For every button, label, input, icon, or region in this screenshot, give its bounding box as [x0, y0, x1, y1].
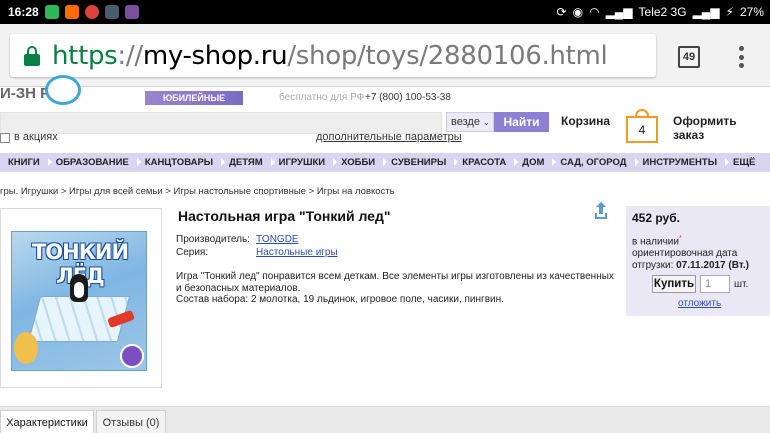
free-call-label: бесплатно для РФ — [279, 92, 365, 103]
breadcrumb-item[interactable]: Игры для всей семьи — [69, 186, 163, 197]
series-link[interactable]: Настольные игры — [256, 247, 338, 258]
browser-menu-icon[interactable] — [738, 46, 744, 68]
checkout-link[interactable]: Оформить заказ — [673, 114, 770, 142]
promo-checkbox[interactable] — [0, 133, 10, 143]
advanced-params-link[interactable]: дополнительные параметры — [316, 131, 462, 143]
search-button[interactable]: Найти — [494, 112, 549, 132]
cart-bag-icon[interactable]: 4 — [626, 109, 658, 143]
url-bar[interactable]: https://my-shop.ru/shop/toys/2880106.htm… — [10, 34, 656, 77]
quantity-input[interactable]: 1 — [700, 275, 730, 293]
status-battery: 27% — [739, 5, 764, 19]
nav-item-beauty[interactable]: КРАСОТА — [454, 153, 514, 172]
breadcrumb-item[interactable]: Игры настольные спортивные — [174, 186, 306, 197]
android-status-bar: 16:28 ⟳ ◉ ◠ ▂▄▆ Tele2 3G ▂▄▆ ⚡ 27% — [0, 0, 770, 24]
cart-link[interactable]: Корзина — [561, 114, 610, 128]
chevron-down-icon: ⌄ — [482, 117, 490, 127]
battery-charging-icon: ⚡ — [725, 5, 734, 19]
signal-icon: ▂▄▆ — [605, 5, 633, 19]
product-image-frame[interactable]: ТОНКИЙ ЛЁД — [0, 208, 162, 388]
wifi-icon: ◠ — [589, 5, 600, 19]
status-carrier: Tele2 3G — [638, 5, 687, 19]
jubilee-banner[interactable]: ЮБИЛЕЙНЫЕ СКИДКИ — [145, 91, 243, 117]
product-image[interactable]: ТОНКИЙ ЛЁД — [11, 231, 147, 371]
logo-anniversary-icon — [45, 75, 81, 105]
site-header: И-ЗН Р.RU ЮБИЛЕЙНЫЕ СКИДКИ бесплатно для… — [0, 75, 770, 117]
product-title: Настольная игра "Тонкий лед" — [178, 208, 391, 224]
sync-icon: ⟳ — [556, 5, 567, 19]
product-tabs: Характеристики Отзывы (0) — [0, 406, 770, 433]
lock-icon[interactable] — [24, 45, 40, 66]
category-nav: КНИГИ ОБРАЗОВАНИЕ КАНЦТОВАРЫ ДЕТЯМ ИГРУШ… — [0, 153, 770, 172]
nav-item-kids[interactable]: ДЕТЯМ — [221, 153, 271, 172]
notification-chrome-icon — [84, 5, 99, 19]
breadcrumb: гры. Игрушки > Игры для всей семьи > Игр… — [0, 186, 395, 197]
notification-yandex-icon — [64, 5, 79, 19]
nav-item-hobby[interactable]: ХОББИ — [333, 153, 383, 172]
nav-item-tools[interactable]: ИНСТРУМЕНТЫ — [634, 153, 725, 172]
notification-app-icon — [44, 5, 59, 19]
promo-checkbox-label[interactable]: в акциях — [14, 131, 58, 143]
nav-item-education[interactable]: ОБРАЗОВАНИЕ — [47, 153, 137, 172]
nav-item-toys[interactable]: ИГРУШКИ — [270, 153, 334, 172]
tab-characteristics[interactable]: Характеристики — [0, 410, 94, 433]
nav-item-souvenirs[interactable]: СУВЕНИРЫ — [383, 153, 454, 172]
manufacturer-link[interactable]: TONGDE — [256, 234, 299, 245]
buy-panel: 452 руб. в наличии* ориентировочная дата… — [626, 206, 770, 316]
quantity-unit: шт. — [734, 279, 749, 290]
search-scope-select[interactable]: везде ⌄ — [446, 112, 494, 132]
buy-button[interactable]: Купить — [652, 275, 696, 293]
nav-item-more[interactable]: ЕЩЁ — [725, 153, 763, 172]
penguin-figure — [70, 274, 88, 302]
nav-item-stationery[interactable]: КАНЦТОВАРЫ — [136, 153, 221, 172]
notification-viber-icon — [124, 5, 139, 19]
product-description: Игра "Тонкий лед" понравится всем деткам… — [176, 271, 614, 305]
availability-info: в наличии* ориентировочная дата отгрузки… — [632, 235, 749, 272]
breadcrumb-item[interactable]: Игры на ловкость — [317, 186, 395, 197]
browser-toolbar: https://my-shop.ru/shop/toys/2880106.htm… — [0, 24, 770, 87]
tab-reviews[interactable]: Отзывы (0) — [96, 410, 166, 433]
cart-count: 4 — [626, 116, 658, 143]
series-label: Серия: — [176, 247, 209, 258]
nav-item-garden[interactable]: САД, ОГОРОД — [552, 153, 634, 172]
tab-switcher-button[interactable]: 49 — [678, 46, 700, 68]
product-price: 452 руб. — [632, 211, 680, 225]
eye-icon: ◉ — [572, 5, 584, 19]
url-text[interactable]: https://my-shop.ru/shop/toys/2880106.htm… — [52, 41, 608, 71]
search-row: везде ⌄ Найти в акциях дополнительные пар… — [0, 109, 770, 153]
status-time: 16:28 — [8, 5, 39, 19]
postpone-link[interactable]: отложить — [678, 298, 721, 309]
breadcrumb-item[interactable]: гры. Игрушки — [0, 186, 58, 197]
signal-3g-icon: ▂▄▆ — [692, 5, 720, 19]
share-icon[interactable] — [595, 202, 607, 219]
phone-number[interactable]: +7 (800) 100-53-38 — [365, 92, 451, 103]
manufacturer-label: Производитель: — [176, 234, 250, 245]
status-right-group: ⟳ ◉ ◠ ▂▄▆ Tele2 3G ▂▄▆ ⚡ 27% — [557, 0, 764, 24]
nav-item-books[interactable]: КНИГИ — [0, 153, 48, 172]
nav-item-home[interactable]: ДОМ — [514, 153, 552, 172]
notification-gallery-icon — [104, 5, 119, 19]
